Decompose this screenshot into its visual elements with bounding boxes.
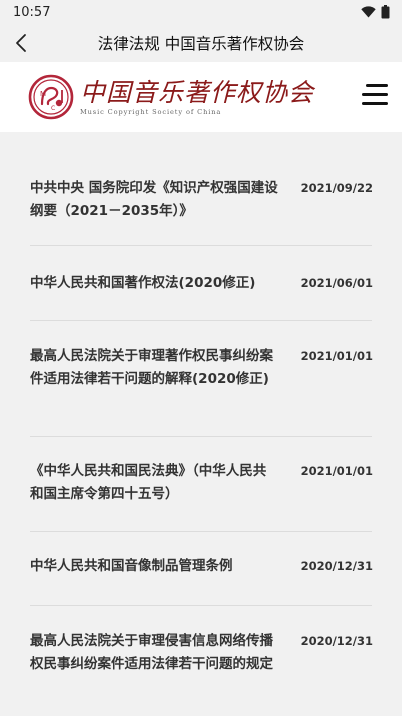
list-item[interactable]: 中华人民共和国音像制品管理条例 2020/12/31 <box>30 532 373 606</box>
item-title: 中华人民共和国音像制品管理条例 <box>30 558 233 574</box>
mcsc-emblem-icon: M C <box>28 74 74 120</box>
back-button[interactable] <box>8 30 34 56</box>
site-header: M C 中国音乐著作权协会 Music Copyright Society of… <box>0 62 402 132</box>
list-item[interactable]: 中共中央 国务院印发《知识产权强国建设纲要（2021－2035年）》 2021/… <box>30 132 373 246</box>
item-title: 中共中央 国务院印发《知识产权强国建设纲要（2021－2035年）》 <box>30 180 278 219</box>
menu-line <box>362 102 388 105</box>
list-item[interactable]: 最高人民法院关于审理著作权民事纠纷案件适用法律若干问题的解释(2020修正) 2… <box>30 321 373 437</box>
page-title: 法律法规 中国音乐著作权协会 <box>97 35 305 53</box>
svg-text:C: C <box>51 105 55 112</box>
item-date: 2021/01/01 <box>300 464 373 478</box>
site-logo[interactable]: M C 中国音乐著作权协会 Music Copyright Society of… <box>28 74 314 120</box>
list-item[interactable]: 中华人民共和国著作权法(2020修正) 2021/06/01 <box>30 246 373 321</box>
item-title: 《中华人民共和国民法典》（中华人民共和国主席令第四十五号） <box>30 463 267 502</box>
item-date: 2021/09/22 <box>300 181 373 195</box>
item-date: 2021/01/01 <box>300 349 373 363</box>
item-date: 2020/12/31 <box>300 634 373 648</box>
logo-text: 中国音乐著作权协会 Music Copyright Society of Chi… <box>80 77 315 116</box>
item-date: 2020/12/31 <box>300 559 373 573</box>
law-list: 中共中央 国务院印发《知识产权强国建设纲要（2021－2035年）》 2021/… <box>0 132 402 706</box>
status-bar: 10:57 <box>0 0 402 24</box>
item-title: 中华人民共和国著作权法(2020修正) <box>30 275 256 291</box>
status-time: 10:57 <box>13 4 51 20</box>
title-bar: 法律法规 中国音乐著作权协会 <box>0 24 402 62</box>
item-title: 最高人民法院关于审理著作权民事纠纷案件适用法律若干问题的解释(2020修正) <box>30 348 273 387</box>
svg-text:M: M <box>40 90 46 98</box>
logo-chinese-name: 中国音乐著作权协会 <box>80 77 315 107</box>
item-date: 2021/06/01 <box>300 276 373 290</box>
back-arrow-icon <box>16 34 26 52</box>
wifi-icon <box>361 6 376 18</box>
list-item[interactable]: 《中华人民共和国民法典》（中华人民共和国主席令第四十五号） 2021/01/01 <box>30 437 373 532</box>
menu-line <box>362 93 388 96</box>
list-item[interactable]: 最高人民法院关于审理侵害信息网络传播权民事纠纷案件适用法律若干问题的规定 202… <box>30 606 373 706</box>
item-title: 最高人民法院关于审理侵害信息网络传播权民事纠纷案件适用法律若干问题的规定 <box>30 633 273 672</box>
logo-english-name: Music Copyright Society of China <box>80 107 222 116</box>
menu-button[interactable] <box>362 84 388 106</box>
status-icons <box>361 5 390 19</box>
battery-icon <box>381 5 390 19</box>
menu-line <box>366 84 388 87</box>
